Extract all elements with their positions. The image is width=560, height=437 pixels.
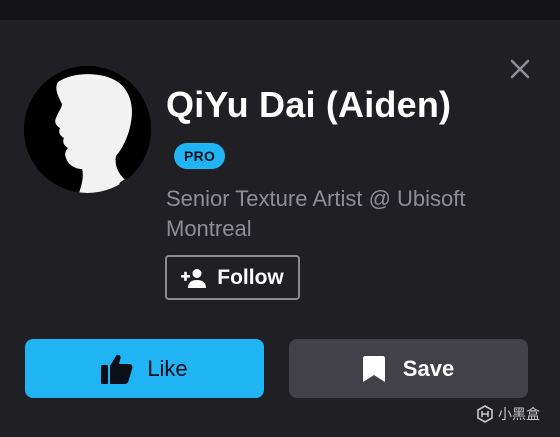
profile-name: QiYu Dai (Aiden)	[166, 84, 452, 125]
avatar-silhouette-image	[24, 66, 151, 193]
watermark-text: 小黑盒	[498, 406, 540, 422]
top-bar	[0, 0, 560, 20]
close-icon	[510, 59, 530, 79]
pro-badge: PRO	[174, 143, 226, 169]
heybox-logo-icon	[477, 405, 493, 423]
save-button[interactable]: Save	[289, 339, 528, 398]
person-add-icon	[181, 268, 207, 288]
save-label: Save	[402, 355, 455, 381]
profile-title: Senior Texture Artist @ Ubisoft Montreal	[166, 186, 466, 241]
bookmark-icon	[362, 355, 385, 382]
avatar[interactable]	[24, 66, 151, 193]
like-label: Like	[147, 355, 188, 381]
follow-button[interactable]: Follow	[165, 255, 300, 300]
follow-label: Follow	[217, 265, 284, 289]
watermark: 小黑盒	[476, 404, 540, 424]
close-button[interactable]	[506, 55, 534, 83]
like-button[interactable]: Like	[25, 339, 264, 398]
thumbs-up-icon	[101, 354, 133, 384]
